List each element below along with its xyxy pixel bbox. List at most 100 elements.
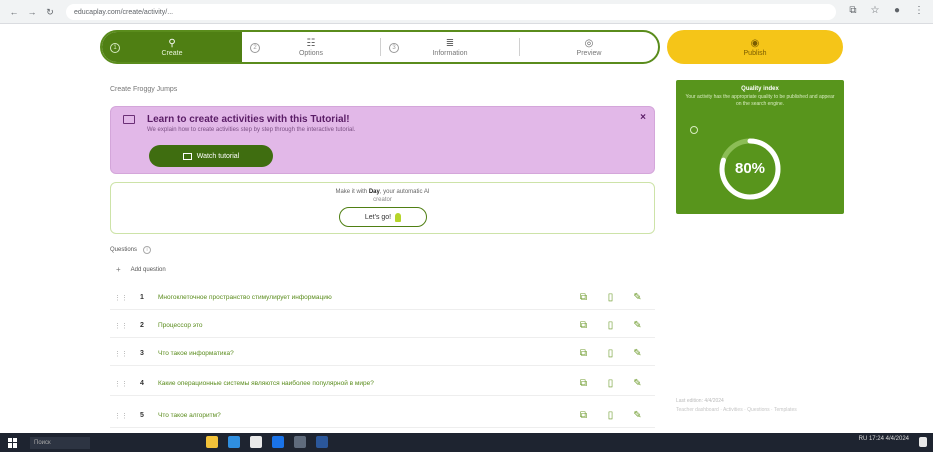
video-icon [182, 152, 192, 160]
pencil-icon[interactable]: ✎ [632, 292, 643, 303]
quality-percent: 80% [734, 160, 766, 177]
bulb-icon [395, 212, 402, 222]
step-label: Create [161, 49, 183, 57]
copy-icon[interactable]: ⧉ [578, 320, 589, 331]
pencil-icon[interactable]: ✎ [632, 378, 643, 389]
tutorial-banner: Learn to create activities with this Tut… [110, 106, 655, 174]
word-icon[interactable] [316, 436, 328, 448]
file-explorer-icon[interactable] [206, 436, 218, 448]
footer-links: Teacher dashboard · Activities · Questio… [676, 407, 797, 413]
question-number: 2 [140, 322, 144, 329]
watch-tutorial-label: Watch tutorial [196, 152, 240, 160]
store-icon[interactable] [294, 436, 306, 448]
question-text[interactable]: Какие операционные системы являются наиб… [158, 380, 578, 387]
publish-label: Publish [743, 49, 767, 57]
url-text: educaplay.com/create/activity/... [74, 8, 174, 16]
question-number: 3 [140, 350, 144, 357]
assistant-text-pre: Make it with [335, 189, 369, 195]
forward-icon[interactable]: → [26, 6, 38, 18]
tutorial-subtitle: We explain how to create activities step… [147, 127, 356, 133]
question-row[interactable]: ⋮⋮ 1 Многоклеточное пространство стимули… [110, 286, 655, 310]
pencil-icon[interactable]: ✎ [632, 410, 643, 421]
taskbar-search[interactable]: Поиск [30, 436, 90, 449]
back-icon[interactable]: ← [8, 6, 20, 18]
publish-button[interactable]: ◉ Publish [667, 30, 843, 64]
step-label: Preview [576, 49, 602, 57]
assistant-name: Day [368, 189, 380, 195]
pencil-icon[interactable]: ✎ [632, 320, 643, 331]
breadcrumb: Create Froggy Jumps [110, 86, 178, 93]
chrome-icon[interactable] [250, 436, 262, 448]
edge-icon[interactable] [228, 436, 240, 448]
drag-handle-icon[interactable]: ⋮⋮ [114, 322, 128, 330]
drag-handle-icon[interactable]: ⋮⋮ [114, 412, 128, 420]
plus-icon: + [116, 265, 121, 274]
mail-icon[interactable] [272, 436, 284, 448]
last-edition-note: Last edition: 4/4/2024 [676, 398, 724, 404]
question-row[interactable]: ⋮⋮ 4 Какие операционные системы являются… [110, 372, 655, 396]
question-text[interactable]: Что такое алгоритм? [158, 412, 578, 419]
menu-icon[interactable]: ⋮ [913, 4, 925, 18]
quality-description: Your activity has the appropriate qualit… [685, 94, 835, 107]
question-text[interactable]: Многоклеточное пространство стимулирует … [158, 294, 578, 301]
pencil-icon[interactable]: ✎ [632, 348, 643, 359]
wizard-steps: 1 ⚲ Create 2 ☷ Options 3 ≣ Information ◎… [100, 30, 660, 64]
copy-icon[interactable]: ⧉ [578, 378, 589, 389]
info-icon[interactable]: i [143, 246, 152, 254]
assistant-text-post: , your automatic AI [379, 189, 430, 195]
question-row[interactable]: ⋮⋮ 2 Процессор это ⧉ ▯ ✎ [110, 314, 655, 338]
os-taskbar: Поиск RU 17:24 4/4/2024 [0, 433, 933, 452]
trash-icon[interactable]: ▯ [605, 320, 616, 331]
step-label: Options [298, 49, 324, 57]
reload-icon[interactable]: ↻ [44, 6, 56, 18]
question-text[interactable]: Процессор это [158, 322, 578, 329]
star-icon[interactable]: ☆ [869, 4, 881, 18]
profile-icon[interactable]: ● [891, 4, 903, 18]
assistant-sub: creator [373, 197, 392, 203]
address-bar[interactable]: educaplay.com/create/activity/... [66, 4, 836, 20]
list-icon: ≣ [445, 37, 455, 49]
step-number: 1 [110, 43, 120, 53]
drag-handle-icon[interactable]: ⋮⋮ [114, 380, 128, 388]
search-icon: ⚲ [168, 37, 176, 49]
copy-icon[interactable]: ⧉ [578, 348, 589, 359]
taskbar-clock: RU 17:24 4/4/2024 [858, 436, 909, 442]
trash-icon[interactable]: ▯ [605, 410, 616, 421]
quality-title: Quality index [741, 86, 779, 92]
trash-icon[interactable]: ▯ [605, 378, 616, 389]
eye-icon: ◉ [750, 37, 760, 49]
step-create[interactable]: 1 ⚲ Create [102, 32, 242, 62]
windows-start-icon[interactable] [8, 437, 18, 448]
add-question-row[interactable]: + Add question [116, 265, 166, 274]
step-number: 3 [389, 43, 399, 53]
extensions-icon[interactable]: ⧉ [847, 4, 859, 18]
step-options[interactable]: 2 ☷ Options [242, 32, 380, 62]
questions-header: Questions i [110, 246, 152, 254]
questions-title: Questions [110, 247, 138, 253]
copy-icon[interactable]: ⧉ [578, 410, 589, 421]
drag-handle-icon[interactable]: ⋮⋮ [114, 350, 128, 358]
watch-tutorial-button[interactable]: Watch tutorial [149, 145, 273, 167]
trash-icon[interactable]: ▯ [605, 348, 616, 359]
question-row[interactable]: ⋮⋮ 5 Что такое алгоритм? ⧉ ▯ ✎ [110, 404, 655, 428]
browser-toolbar: ← → ↻ educaplay.com/create/activity/... … [0, 0, 933, 24]
step-information[interactable]: 3 ≣ Information [381, 32, 519, 62]
step-label: Information [432, 49, 468, 57]
add-question-label: Add question [130, 266, 166, 273]
ai-assistant-box: Make it with Day, your automatic AI crea… [110, 182, 655, 234]
question-number: 4 [140, 380, 144, 387]
lets-go-button[interactable]: Let's go! [339, 207, 427, 227]
info-icon[interactable] [690, 126, 698, 134]
question-number: 5 [140, 412, 144, 419]
step-preview[interactable]: ◎ Preview [520, 32, 658, 62]
copy-icon[interactable]: ⧉ [578, 292, 589, 303]
eye-icon: ◎ [584, 37, 594, 49]
drag-handle-icon[interactable]: ⋮⋮ [114, 294, 128, 302]
sliders-icon: ☷ [306, 37, 316, 49]
quality-index-card: Quality index Your activity has the appr… [676, 80, 844, 214]
question-text[interactable]: Что такое информатика? [158, 350, 578, 357]
close-icon[interactable]: × [640, 112, 646, 123]
notification-icon[interactable] [919, 437, 927, 447]
trash-icon[interactable]: ▯ [605, 292, 616, 303]
question-row[interactable]: ⋮⋮ 3 Что такое информатика? ⧉ ▯ ✎ [110, 342, 655, 366]
